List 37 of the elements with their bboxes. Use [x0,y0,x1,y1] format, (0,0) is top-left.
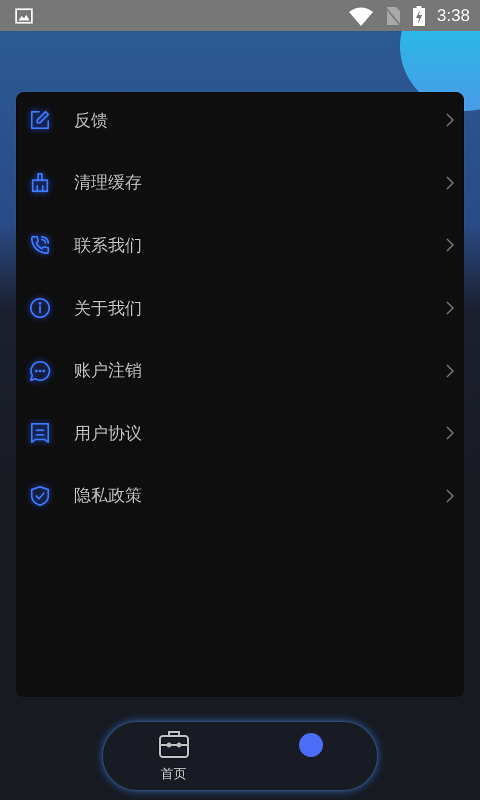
menu-label: 联系我们 [74,234,143,257]
menu-item[interactable]: 联系我们 [16,214,464,277]
menu-label: 隐私政策 [74,485,143,508]
chevron-right-icon [446,364,454,378]
chat-bubble-icon [29,360,51,382]
menu-item[interactable]: 用户协议 [16,402,464,465]
menu-item[interactable]: 反馈 [16,89,464,152]
image-icon [15,6,33,24]
tab-label: 首页 [160,766,186,783]
battery-charging-icon [412,6,425,26]
phone-icon [29,234,51,256]
no-sim-icon [384,6,401,26]
menu-item[interactable]: 账户注销 [16,339,464,402]
menu-label: 用户协议 [74,422,143,445]
briefcase-icon [158,729,190,759]
chevron-right-icon [446,301,454,316]
tab[interactable]: 首页 [158,729,190,783]
menu-label: 账户注销 [74,360,143,382]
info-icon [29,297,51,320]
tab-circle-icon [298,733,322,757]
broom-icon [29,172,51,194]
chevron-right-icon [446,488,454,503]
chevron-right-icon [446,426,454,440]
edit-icon [29,109,51,132]
chevron-right-icon [446,113,454,128]
wifi-icon [348,6,373,26]
menu-item[interactable]: 关于我们 [16,276,464,340]
shield-check-icon [29,484,51,507]
menu-item[interactable]: 隐私政策 [16,464,464,528]
menu-item[interactable]: 清理缓存 [16,152,464,214]
menu-label: 清理缓存 [74,172,143,194]
chevron-right-icon [446,238,454,252]
clock-time: 3:38 [436,6,470,26]
document-icon [29,422,51,444]
menu-label: 反馈 [74,110,109,132]
chevron-right-icon [446,176,454,190]
menu-label: 关于我们 [74,298,143,320]
